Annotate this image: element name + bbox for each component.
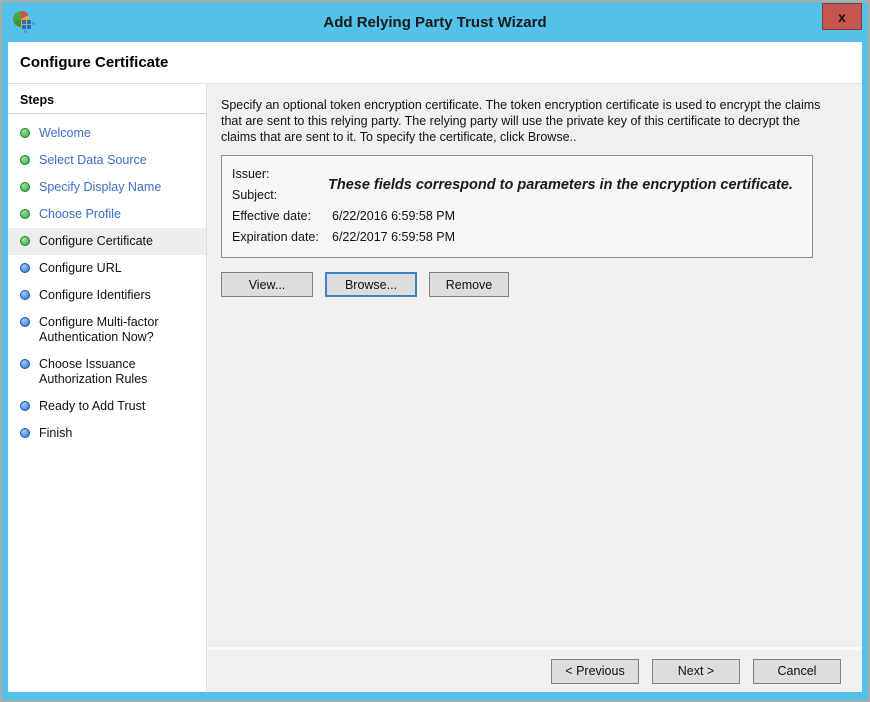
certificate-field-value: 6/22/2016 6:59:58 PM (332, 206, 802, 227)
close-button[interactable]: x (822, 3, 862, 30)
step-status-icon (20, 401, 30, 411)
certificate-field-row: Expiration date:6/22/2017 6:59:58 PM (232, 227, 802, 248)
sidebar-step-ready-to-add-trust: Ready to Add Trust (8, 393, 206, 420)
certificate-annotation: These fields correspond to parameters in… (328, 177, 798, 193)
steps-sidebar: Steps Welcome Select Data Source Specify D… (8, 84, 207, 692)
adfs-app-icon (11, 9, 37, 35)
step-label: Configure Identifiers (39, 288, 151, 303)
sidebar-step-specify-display-name[interactable]: Specify Display Name (8, 174, 206, 201)
step-label: Configure Certificate (39, 234, 153, 249)
step-label: Configure URL (39, 261, 122, 276)
step-status-icon (20, 182, 30, 192)
step-status-icon (20, 236, 30, 246)
certificate-panel: Issuer:Subject:Effective date:6/22/2016 … (221, 155, 813, 258)
page-title: Configure Certificate (20, 54, 168, 71)
page-heading-band: Configure Certificate (8, 42, 862, 84)
sidebar-step-configure-certificate: Configure Certificate (8, 228, 206, 255)
certificate-actions: View... Browse... Remove (221, 272, 846, 297)
remove-button[interactable]: Remove (429, 272, 509, 297)
step-label: Select Data Source (39, 153, 147, 168)
step-label: Ready to Add Trust (39, 399, 145, 414)
step-status-icon (20, 359, 30, 369)
step-label: Choose Issuance Authorization Rules (39, 357, 200, 387)
wizard-footer: < Previous Next > Cancel (207, 647, 862, 692)
step-label: Finish (39, 426, 72, 441)
certificate-field-label: Effective date: (232, 206, 332, 227)
step-label: Specify Display Name (39, 180, 161, 195)
previous-button[interactable]: < Previous (551, 659, 639, 684)
window-frame-right (862, 42, 868, 692)
wizard-window: Add Relying Party Trust Wizard x Configu… (0, 0, 870, 702)
page-description: Specify an optional token encryption cer… (221, 97, 833, 145)
certificate-field-label: Expiration date: (232, 227, 332, 248)
browse-button[interactable]: Browse... (325, 272, 417, 297)
sidebar-step-choose-profile[interactable]: Choose Profile (8, 201, 206, 228)
certificate-field-row: Effective date:6/22/2016 6:59:58 PM (232, 206, 802, 227)
window-title: Add Relying Party Trust Wizard (323, 14, 546, 31)
step-status-icon (20, 428, 30, 438)
step-status-icon (20, 209, 30, 219)
window-frame-bottom (2, 692, 868, 700)
steps-header: Steps (8, 84, 206, 114)
sidebar-step-configure-multi-factor-authentication-now: Configure Multi-factor Authentication No… (8, 309, 206, 351)
sidebar-step-finish: Finish (8, 420, 206, 447)
title-bar: Add Relying Party Trust Wizard x (2, 2, 868, 42)
sidebar-step-configure-identifiers: Configure Identifiers (8, 282, 206, 309)
step-status-icon (20, 290, 30, 300)
sidebar-step-choose-issuance-authorization-rules: Choose Issuance Authorization Rules (8, 351, 206, 393)
sidebar-step-configure-url: Configure URL (8, 255, 206, 282)
steps-list: Welcome Select Data Source Specify Display… (8, 114, 206, 447)
step-status-icon (20, 128, 30, 138)
sidebar-step-welcome[interactable]: Welcome (8, 120, 206, 147)
step-status-icon (20, 263, 30, 273)
content-area: Specify an optional token encryption cer… (207, 84, 862, 692)
step-label: Welcome (39, 126, 91, 141)
step-status-icon (20, 155, 30, 165)
view-button[interactable]: View... (221, 272, 313, 297)
next-button[interactable]: Next > (652, 659, 740, 684)
sidebar-step-select-data-source[interactable]: Select Data Source (8, 147, 206, 174)
certificate-field-label: Issuer: (232, 164, 332, 185)
certificate-field-label: Subject: (232, 185, 332, 206)
step-label: Choose Profile (39, 207, 121, 222)
certificate-field-value: 6/22/2017 6:59:58 PM (332, 227, 802, 248)
step-status-icon (20, 317, 30, 327)
step-label: Configure Multi-factor Authentication No… (39, 315, 200, 345)
cancel-button[interactable]: Cancel (753, 659, 841, 684)
